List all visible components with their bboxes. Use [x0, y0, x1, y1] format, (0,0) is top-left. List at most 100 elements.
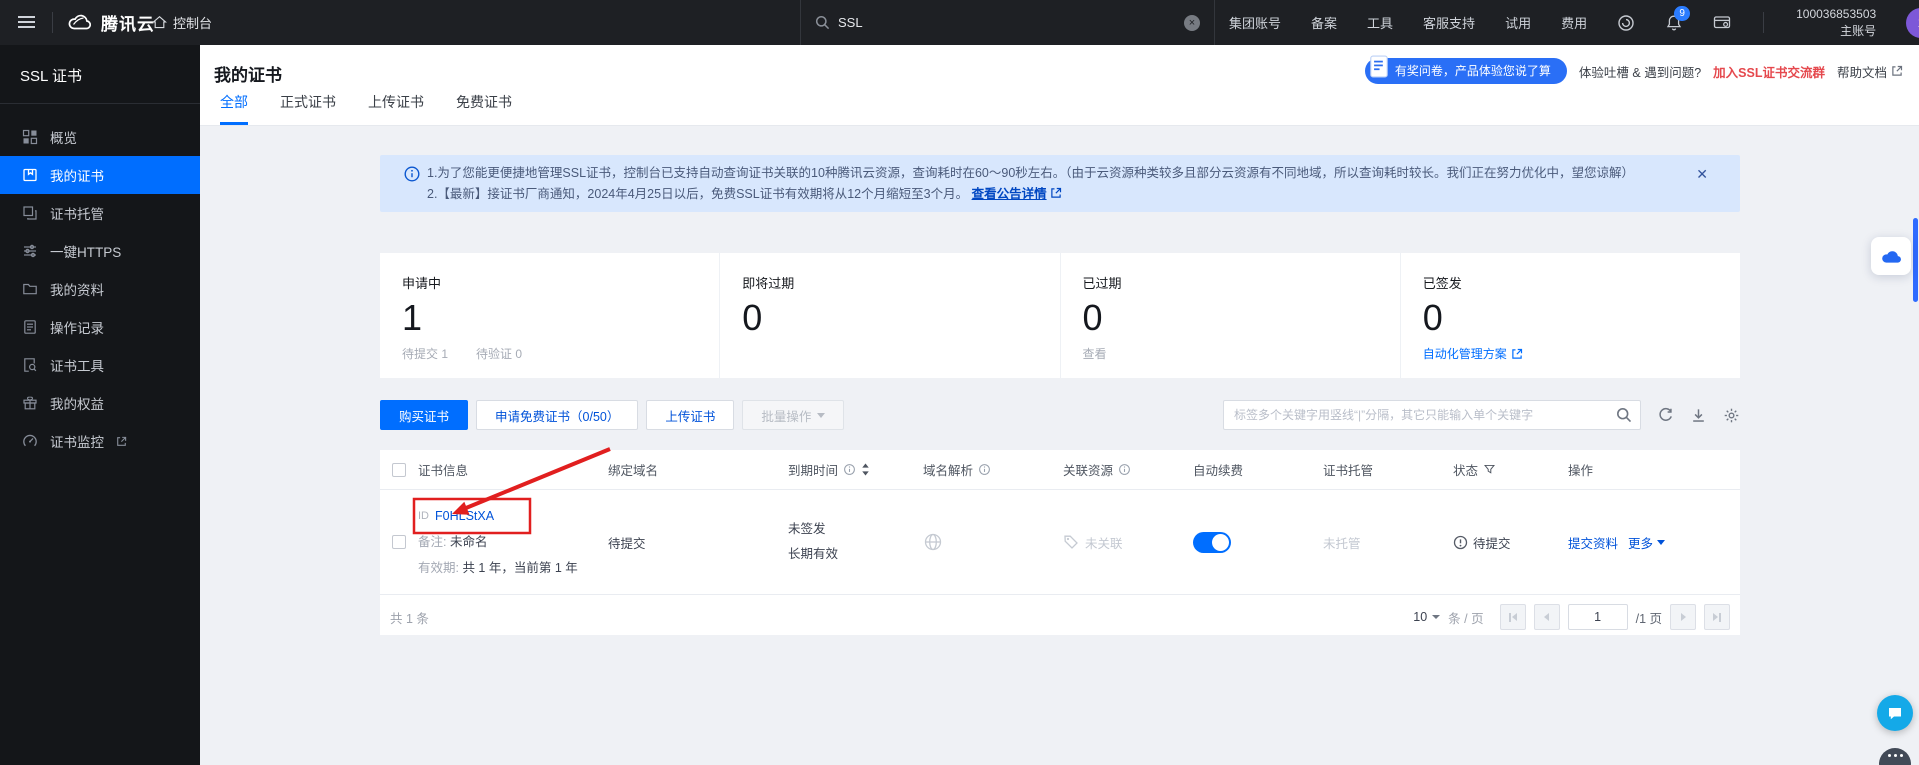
sidebar-item-my-certificates[interactable]: 我的证书 — [0, 156, 200, 194]
globe-icon[interactable] — [923, 532, 943, 552]
info-icon — [404, 166, 420, 182]
account-id: 100036853503 — [1796, 6, 1876, 22]
sidebar-item-cert-tools[interactable]: 证书工具 — [0, 346, 200, 384]
quick-entry-widget[interactable] — [1871, 237, 1911, 275]
cert-remark: 未命名 — [450, 535, 488, 549]
domain-status: 待提交 — [608, 537, 646, 551]
stat-card-applying: 申请中 1 待提交 1 待验证 0 — [380, 253, 719, 378]
more-dropdown[interactable]: 更多 — [1628, 533, 1665, 552]
tab-paid-certs[interactable]: 正式证书 — [280, 92, 336, 125]
cert-info-cell: ID F0HLStXA 备注: 未命名 有效期: 共 1 年，当前第 1 年 — [418, 490, 608, 594]
cert-tabs: 全部 正式证书 上传证书 免费证书 — [220, 92, 512, 125]
info-icon[interactable] — [843, 463, 856, 476]
sidebar-item-overview[interactable]: 概览 — [0, 118, 200, 156]
row-checkbox[interactable] — [392, 535, 406, 549]
view-link[interactable]: 查看 — [1083, 345, 1107, 362]
console-link[interactable]: 控制台 — [152, 0, 212, 45]
stat-sub-verify: 待验证 0 — [476, 345, 522, 362]
topbar-search: × — [800, 0, 1215, 45]
bell-icon[interactable]: 9 — [1665, 14, 1683, 32]
last-page-button[interactable] — [1704, 604, 1730, 630]
topbar-search-input[interactable] — [838, 15, 1184, 30]
sidebar-item-my-benefits[interactable]: 我的权益 — [0, 384, 200, 422]
download-icon[interactable] — [1690, 407, 1707, 424]
tag-icon — [1063, 534, 1079, 550]
sidebar-item-cert-hosting[interactable]: 证书托管 — [0, 194, 200, 232]
filter-icon[interactable] — [1483, 463, 1496, 476]
nav-support[interactable]: 客服支持 — [1423, 13, 1475, 32]
page-size-select[interactable]: 10 — [1413, 610, 1440, 624]
upload-cert-button[interactable]: 上传证书 — [646, 400, 734, 430]
cert-id-link[interactable]: F0HLStXA — [435, 503, 494, 529]
feedback-text: 体验吐槽 & 遇到问题? — [1579, 62, 1701, 81]
sidebar-item-my-profile[interactable]: 我的资料 — [0, 270, 200, 308]
topbar: 腾讯云 控制台 × 集团账号 备案 工具 客服支持 试用 费用 9 100036… — [0, 0, 1919, 45]
account-info[interactable]: 100036853503 主账号 — [1796, 6, 1876, 38]
search-icon — [815, 15, 830, 30]
benefits-icon — [22, 395, 38, 411]
tab-uploaded-certs[interactable]: 上传证书 — [368, 92, 424, 125]
next-page-button[interactable] — [1670, 604, 1696, 630]
stat-sub-pending: 待提交 1 — [402, 345, 448, 362]
info-icon[interactable] — [978, 463, 991, 476]
banner-close-icon[interactable]: ✕ — [1696, 166, 1708, 183]
first-page-button[interactable] — [1500, 604, 1526, 630]
automation-link[interactable]: 自动化管理方案 — [1423, 345, 1523, 362]
survey-button[interactable]: 有奖问卷，产品体验您说了算 — [1365, 58, 1567, 84]
join-group-link[interactable]: 加入SSL证书交流群 — [1713, 62, 1825, 81]
tencent-cloud-logo[interactable]: 腾讯云 — [66, 0, 155, 45]
sidebar-item-operation-logs[interactable]: 操作记录 — [0, 308, 200, 346]
select-all-checkbox[interactable] — [392, 463, 406, 477]
sidebar-item-cert-monitor[interactable]: 证书监控 — [0, 422, 200, 460]
sidebar-item-one-click-https[interactable]: 一键HTTPS — [0, 232, 200, 270]
batch-operation-button[interactable]: 批量操作 — [742, 400, 844, 430]
records-icon — [22, 319, 38, 335]
chevron-down-icon — [1657, 540, 1665, 545]
page-title: 我的证书 — [214, 61, 282, 86]
nav-billing[interactable]: 费用 — [1561, 13, 1587, 32]
nav-icp[interactable]: 备案 — [1311, 13, 1337, 32]
nav-trial[interactable]: 试用 — [1505, 13, 1531, 32]
external-link-icon — [1511, 348, 1523, 360]
chevron-down-icon — [1432, 615, 1440, 619]
submit-material-link[interactable]: 提交资料 — [1568, 533, 1618, 552]
resource-cell: 未关联 — [1063, 533, 1193, 552]
nav-group-account[interactable]: 集团账号 — [1229, 13, 1281, 32]
announcement-link[interactable]: 查看公告详情 — [972, 187, 1047, 201]
stat-card-issued: 已签发 0 自动化管理方案 — [1400, 253, 1740, 378]
total-count: 共 1 条 — [390, 608, 429, 627]
chat-support-button[interactable] — [1877, 695, 1913, 731]
feedback-float-button[interactable] — [1879, 748, 1911, 765]
info-icon[interactable] — [1118, 463, 1131, 476]
home-icon — [152, 15, 167, 30]
clear-icon[interactable]: × — [1184, 15, 1200, 31]
id-prefix: ID — [418, 503, 429, 529]
keyword-search-input[interactable] — [1223, 400, 1641, 430]
certificates-table: 证书信息 绑定域名 到期时间 域名解析 关联资源 自动续费 证书托管 状态 操作… — [380, 450, 1740, 635]
folder-icon — [22, 281, 38, 297]
table-toolbar: 购买证书 申请免费证书（0/50） 上传证书 批量操作 — [380, 400, 1740, 430]
logo-text: 腾讯云 — [101, 10, 155, 35]
page-number-input[interactable] — [1568, 604, 1628, 630]
search-icon[interactable] — [1616, 407, 1632, 423]
hamburger-icon[interactable] — [18, 21, 35, 23]
tab-all[interactable]: 全部 — [220, 92, 248, 125]
gear-icon[interactable] — [1723, 407, 1740, 424]
buy-cert-button[interactable]: 购买证书 — [380, 400, 468, 430]
apply-free-cert-button[interactable]: 申请免费证书（0/50） — [476, 400, 638, 430]
help-doc-link[interactable]: 帮助文档 — [1837, 62, 1903, 81]
refresh-icon[interactable] — [1657, 407, 1674, 424]
cert-tools-icon — [22, 357, 38, 373]
billing-icon[interactable] — [1713, 14, 1731, 31]
sort-icon[interactable] — [861, 463, 870, 476]
divider — [52, 12, 53, 33]
external-link-icon — [1050, 187, 1062, 199]
auto-renew-toggle[interactable] — [1193, 532, 1231, 553]
prev-page-button[interactable] — [1534, 604, 1560, 630]
feedback-circle-icon[interactable] — [1617, 14, 1635, 32]
scrollbar-thumb[interactable] — [1913, 218, 1918, 302]
nav-tools[interactable]: 工具 — [1367, 13, 1393, 32]
avatar[interactable]: 1 — [1906, 8, 1919, 38]
tab-free-certs[interactable]: 免费证书 — [456, 92, 512, 125]
cert-validity: 共 1 年，当前第 1 年 — [462, 561, 577, 575]
